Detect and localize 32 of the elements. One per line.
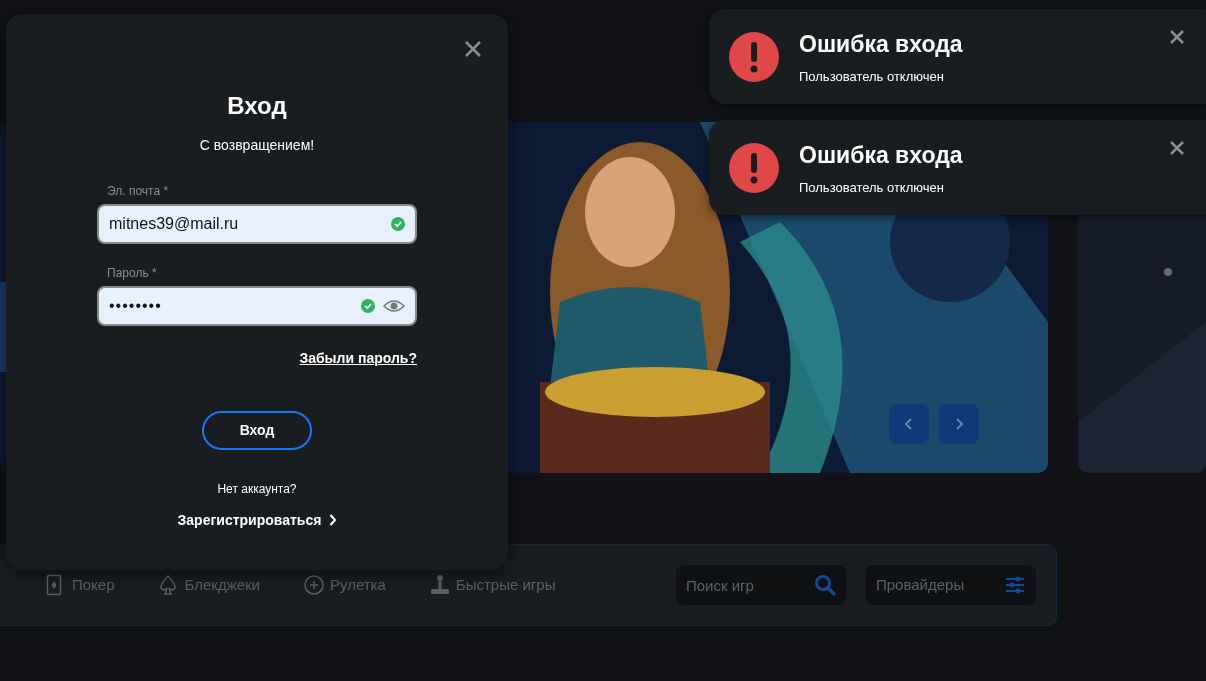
chevron-right-icon <box>955 418 963 430</box>
notification-message: Пользователь отключен <box>799 179 945 197</box>
close-button[interactable] <box>1169 140 1185 156</box>
email-field[interactable]: mitnes39@mail.ru <box>97 203 417 244</box>
notification-title: Ошибка входа <box>799 29 963 59</box>
search-field[interactable]: Поиск игр <box>676 565 846 605</box>
close-button[interactable] <box>1169 29 1185 45</box>
error-icon <box>729 31 779 82</box>
eye-icon <box>383 298 405 313</box>
dialog-title: Вход <box>227 92 287 121</box>
close-icon <box>1169 140 1185 156</box>
forgot-password-link[interactable]: Забыли пароль? <box>299 347 417 369</box>
joystick-icon <box>429 574 450 596</box>
password-field[interactable]: •••••••• <box>97 285 417 326</box>
field-label: Пароль * <box>107 264 158 282</box>
roulette-icon <box>303 574 324 596</box>
notification-title: Ошибка входа <box>799 140 963 170</box>
chevron-left-icon <box>905 418 913 430</box>
chevron-right-icon <box>329 514 337 527</box>
dialog-subtitle: С возвращением! <box>199 135 315 155</box>
spade-icon <box>158 574 179 596</box>
close-icon <box>464 40 482 58</box>
sliders-icon <box>1004 574 1026 596</box>
close-icon <box>1169 29 1185 45</box>
login-button[interactable]: Вход <box>202 410 312 450</box>
field-label: Эл. почта * <box>107 182 170 200</box>
notification-message: Пользователь отключен <box>799 68 945 86</box>
error-icon <box>729 142 779 193</box>
register-link[interactable]: Зарегистрироваться <box>177 509 337 531</box>
no-account-text: Нет аккаунта? <box>217 480 297 498</box>
search-icon <box>814 574 836 596</box>
close-button[interactable] <box>464 40 482 58</box>
